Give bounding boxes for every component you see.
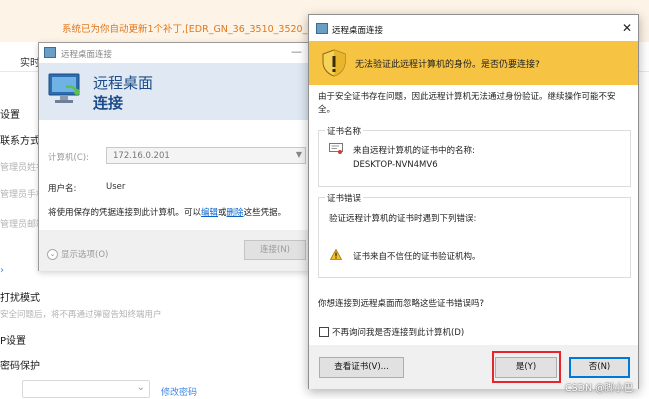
chevron-down-icon: ⌄	[136, 382, 145, 393]
dont-ask-checkbox[interactable]: 不再询问我是否连接到此计算机(D)	[319, 326, 464, 338]
rdc-footer: ⌄ 显示选项(O) 连接(N)	[39, 230, 310, 271]
show-options-label: 显示选项(O)	[61, 250, 109, 260]
warning-triangle-icon	[330, 249, 342, 260]
saved-text-mid: 或	[218, 208, 227, 218]
warning-message: 无法验证此远程计算机的身份。是否仍要连接?	[355, 60, 540, 70]
ip-settings-label: P设置	[0, 336, 27, 347]
username-label: 用户名:	[48, 184, 77, 194]
cert-error-group-title: 证书错误	[325, 192, 364, 204]
intro-text: 由于安全证书存在问题，因此远程计算机无法通过身份验证。继续操作可能不安全。	[318, 92, 616, 115]
modify-password-link[interactable]: 修改密码	[161, 385, 197, 398]
cert-error-group: 证书错误	[318, 192, 631, 278]
password-protect-label: 密码保护	[0, 361, 40, 372]
warning-bar: 无法验证此远程计算机的身份。是否仍要连接?	[309, 41, 638, 85]
certificate-icon	[329, 143, 343, 154]
cert-error-text: 验证远程计算机的证书时遇到下列错误:	[329, 214, 477, 224]
expand-chevron-icon: ⌄	[47, 249, 58, 260]
banner-title-line1: 远程桌面	[93, 74, 154, 92]
cert-name-value: DESKTOP-NVN4MV6	[353, 160, 438, 170]
view-certificate-button[interactable]: 查看证书(V)...	[319, 357, 404, 378]
dont-ask-label: 不再询问我是否连接到此计算机(D)	[332, 328, 465, 338]
connect-button[interactable]: 连接(N)	[244, 240, 306, 260]
csdn-watermark: CSDN @脚小巴	[565, 383, 634, 394]
edit-credentials-link[interactable]: 编辑	[201, 208, 218, 218]
close-icon[interactable]: ✕	[622, 21, 632, 35]
no-button[interactable]: 否(N)	[569, 357, 630, 378]
username-value: User	[106, 182, 126, 192]
checkbox-box[interactable]	[319, 327, 329, 337]
rdc-app-icon	[44, 47, 56, 58]
saved-text-prefix: 将使用保存的凭据连接到此计算机。可以	[48, 208, 202, 218]
cert-name-label: 来自远程计算机的证书中的名称:	[353, 146, 475, 156]
saved-credentials-text: 将使用保存的凭据连接到此计算机。可以编辑或删除这些凭据。	[48, 206, 286, 218]
cert-error-item: 证书来自不信任的证书验证机构。	[353, 252, 481, 262]
remote-desktop-logo-icon	[48, 73, 80, 103]
show-options-toggle[interactable]: ⌄ 显示选项(O)	[47, 248, 108, 260]
saved-text-suffix: 这些凭据。	[243, 208, 287, 218]
dialog-app-icon	[316, 23, 328, 34]
dialog-titlebar[interactable]: 远程桌面连接 ✕	[309, 15, 638, 41]
computer-label: 计算机(C):	[48, 153, 89, 163]
cert-name-group: 证书名称	[318, 125, 631, 187]
ignore-errors-question: 你想连接到远程桌面而忽略这些证书错误吗?	[318, 299, 485, 309]
shield-warning-icon	[322, 49, 346, 77]
disturb-mode-hint: 安全问题后，将不再通过弹窗告知终端用户	[0, 310, 162, 320]
delete-credentials-link[interactable]: 删除	[227, 208, 244, 218]
tab-realtime[interactable]: 实时	[20, 54, 40, 69]
rdc-banner: 远程桌面 连接	[39, 63, 310, 120]
password-select[interactable]: ⌄	[22, 380, 150, 398]
security-warning-dialog: 远程桌面连接 ✕ 无法验证此远程计算机的身份。是否仍要连接? 由于安全证书存在问…	[308, 14, 639, 389]
rdc-title: 远程桌面连接	[61, 50, 113, 60]
cert-name-group-title: 证书名称	[325, 125, 364, 137]
computer-combobox[interactable]: 172.16.0.201 ▼	[106, 147, 306, 164]
chevron-down-icon[interactable]: ▼	[296, 150, 302, 159]
disturb-mode-label: 打扰模式	[0, 293, 40, 304]
computer-value: 172.16.0.201	[113, 151, 170, 161]
dialog-title: 远程桌面连接	[332, 26, 384, 36]
highlight-annotation	[492, 351, 561, 383]
rdc-window: 远程桌面连接 — 远程桌面 连接 计算机(C): 172.16.0.201 ▼ …	[38, 42, 311, 271]
patch-notice: 系统已为你自动更新1个补丁,[EDR_GN_36_3510_3520_3524]	[62, 24, 336, 35]
minimize-button[interactable]: —	[291, 45, 302, 58]
rdc-titlebar[interactable]: 远程桌面连接 —	[39, 43, 310, 63]
banner-title-line2: 连接	[93, 94, 124, 112]
